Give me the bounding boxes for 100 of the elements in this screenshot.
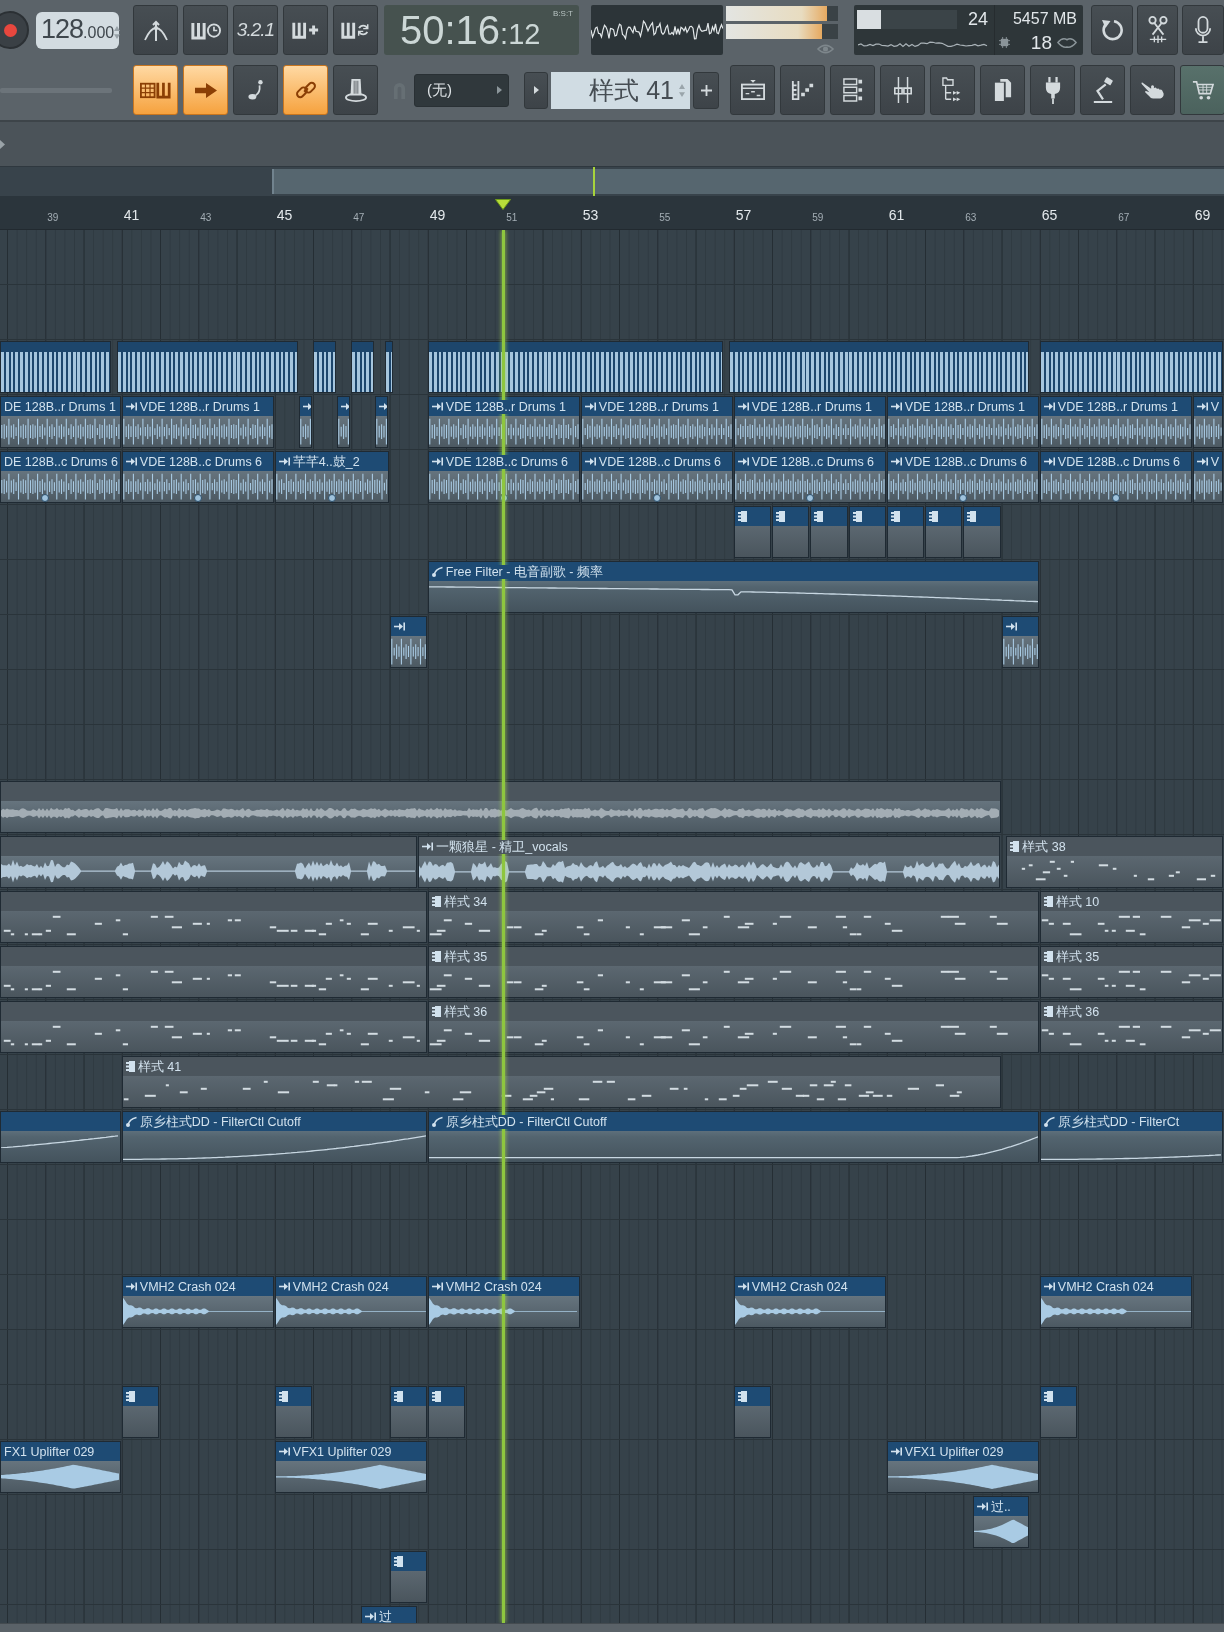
sliced-clip[interactable] — [0, 341, 112, 393]
keys-plus-button[interactable] — [283, 5, 328, 55]
audio-clip[interactable]: VDE 128B..r Drums 1 — [1039, 396, 1192, 448]
audio-clip[interactable]: V — [1192, 396, 1223, 448]
countdown-button[interactable]: 3.2.1 — [233, 5, 278, 55]
automation-clip[interactable]: Free Filter - 电音副歌 - 频率 — [427, 561, 1039, 613]
audio-clip[interactable] — [1001, 616, 1039, 668]
snap-dropdown[interactable]: (无) — [414, 73, 509, 107]
audio-clip[interactable]: VDE 128B..c Drums 6 — [1039, 451, 1192, 503]
audio-clip[interactable] — [389, 616, 427, 668]
pattern-clip[interactable] — [389, 1551, 427, 1603]
audio-clip[interactable]: VMH2 Crash 024 — [1039, 1276, 1192, 1328]
pattern-clip[interactable]: 样式 34 — [427, 891, 1039, 943]
sliced-clip[interactable] — [427, 341, 724, 393]
audio-clip[interactable]: VMH2 Crash 024 — [121, 1276, 274, 1328]
pattern-menu-button[interactable] — [524, 71, 548, 109]
pattern-clip[interactable] — [389, 1386, 427, 1438]
audio-clip[interactable]: VDE 128B..r Drums 1 — [121, 396, 274, 448]
record-button[interactable] — [0, 11, 29, 49]
pattern-clip[interactable] — [963, 506, 1001, 558]
audio-clip[interactable]: VMH2 Crash 024 — [733, 1276, 886, 1328]
pattern-field[interactable]: 样式 41 — [551, 71, 690, 109]
keys-clock-button[interactable] — [183, 5, 228, 55]
undo-button[interactable] — [1091, 5, 1133, 55]
audio-clip[interactable] — [0, 781, 1001, 833]
pattern-clip[interactable]: 样式 10 — [1039, 891, 1223, 943]
pattern-clip[interactable] — [925, 506, 963, 558]
automation-clip[interactable] — [0, 1111, 121, 1163]
scissors-button[interactable] — [1136, 5, 1179, 55]
link-button[interactable] — [283, 65, 328, 115]
pattern-clip[interactable] — [427, 1386, 466, 1438]
mixer-button[interactable] — [880, 65, 925, 115]
lamp-button[interactable] — [1080, 65, 1125, 115]
pattern-clip[interactable]: 样式 41 — [121, 1056, 1001, 1108]
automation-clip[interactable]: 原乡柱式DD - FilterCt — [1039, 1111, 1223, 1163]
pattern-clip[interactable]: 样式 36 — [1039, 1001, 1223, 1053]
sliced-clip[interactable] — [351, 341, 375, 393]
audio-clip[interactable] — [375, 396, 389, 448]
audio-clip[interactable]: 过 — [360, 1606, 418, 1623]
audio-clip[interactable]: VDE 128B..r Drums 1 — [733, 396, 886, 448]
playlist-button[interactable] — [730, 65, 775, 115]
knob-button[interactable] — [333, 65, 378, 115]
pattern-clip[interactable]: 样式 35 — [427, 946, 1039, 998]
keys-loop-button[interactable] — [333, 5, 378, 55]
metronome-button[interactable] — [133, 5, 178, 55]
audio-clip[interactable] — [337, 396, 351, 448]
automation-clip[interactable]: 原乡柱式DD - FilterCtl Cutoff — [121, 1111, 427, 1163]
audio-clip[interactable]: VFX1 Uplifter 029 — [886, 1441, 1039, 1493]
audio-clip[interactable] — [0, 836, 418, 888]
audio-clip[interactable]: 一颗狼星 - 精卫_vocals — [418, 836, 1001, 888]
arrow-button[interactable] — [183, 65, 228, 115]
audio-clip[interactable]: DE 128B..r Drums 1 — [0, 396, 121, 448]
add-pattern-button[interactable] — [693, 71, 719, 109]
pattern-clip[interactable]: 样式 36 — [427, 1001, 1039, 1053]
audio-clip[interactable]: VDE 128B..r Drums 1 — [427, 396, 580, 448]
pattern-clip[interactable] — [1039, 1386, 1078, 1438]
pattern-clip[interactable]: 样式 38 — [1006, 836, 1223, 888]
grid-keys-button[interactable] — [133, 65, 178, 115]
pattern-clip[interactable] — [848, 506, 886, 558]
audio-clip[interactable]: VDE 128B..c Drums 6 — [733, 451, 886, 503]
pattern-clip[interactable] — [0, 1001, 427, 1053]
piano-roll-button[interactable] — [780, 65, 825, 115]
pattern-clip[interactable] — [274, 1386, 313, 1438]
pattern-clip[interactable]: 样式 35 — [1039, 946, 1223, 998]
audio-clip[interactable]: VFX1 Uplifter 029 — [274, 1441, 427, 1493]
pattern-clip[interactable] — [121, 1386, 160, 1438]
pattern-clip[interactable] — [0, 891, 427, 943]
note-button[interactable] — [233, 65, 278, 115]
audio-clip[interactable]: FX1 Uplifter 029 — [0, 1441, 121, 1493]
sliced-clip[interactable] — [117, 341, 298, 393]
audio-clip[interactable]: VDE 128B..c Drums 6 — [580, 451, 733, 503]
files-button[interactable] — [980, 65, 1025, 115]
pattern-clip[interactable] — [0, 946, 427, 998]
sliced-clip[interactable] — [1039, 341, 1223, 393]
microphone-button[interactable] — [1182, 5, 1224, 55]
pattern-clip[interactable] — [772, 506, 810, 558]
timeline-ruler[interactable]: 39 41 43 45 47 49 51 53 55 57 59 61 63 65 67 69 — [0, 196, 1224, 230]
audio-clip[interactable]: DE 128B..c Drums 6 — [0, 451, 121, 503]
audio-clip[interactable]: VMH2 Crash 024 — [274, 1276, 427, 1328]
pattern-clip[interactable] — [733, 506, 772, 558]
audio-clip[interactable]: 芊芊4..鼓_2 — [274, 451, 389, 503]
audio-clip[interactable]: 过.. — [972, 1496, 1030, 1548]
audio-clip[interactable]: VDE 128B..r Drums 1 — [580, 396, 733, 448]
sliced-clip[interactable] — [313, 341, 336, 393]
hand-button[interactable] — [1130, 65, 1175, 115]
audio-clip[interactable] — [298, 396, 312, 448]
channel-rack-button[interactable] — [830, 65, 875, 115]
pattern-clip[interactable] — [810, 506, 848, 558]
automation-clip[interactable]: 原乡柱式DD - FilterCtl Cutoff — [427, 1111, 1039, 1163]
audio-clip[interactable]: VDE 128B..c Drums 6 — [121, 451, 274, 503]
cart-button[interactable] — [1180, 65, 1224, 115]
audio-clip[interactable]: VDE 128B..r Drums 1 — [886, 396, 1039, 448]
sliced-clip[interactable] — [384, 341, 394, 393]
audio-clip[interactable]: VMH2 Crash 024 — [427, 1276, 580, 1328]
audio-clip[interactable]: V — [1192, 451, 1223, 503]
browser-button[interactable] — [930, 65, 975, 115]
sliced-clip[interactable] — [729, 341, 1030, 393]
tempo-field[interactable]: 128.000 — [36, 11, 119, 49]
plugin-button[interactable] — [1030, 65, 1075, 115]
audio-clip[interactable]: VDE 128B..c Drums 6 — [886, 451, 1039, 503]
